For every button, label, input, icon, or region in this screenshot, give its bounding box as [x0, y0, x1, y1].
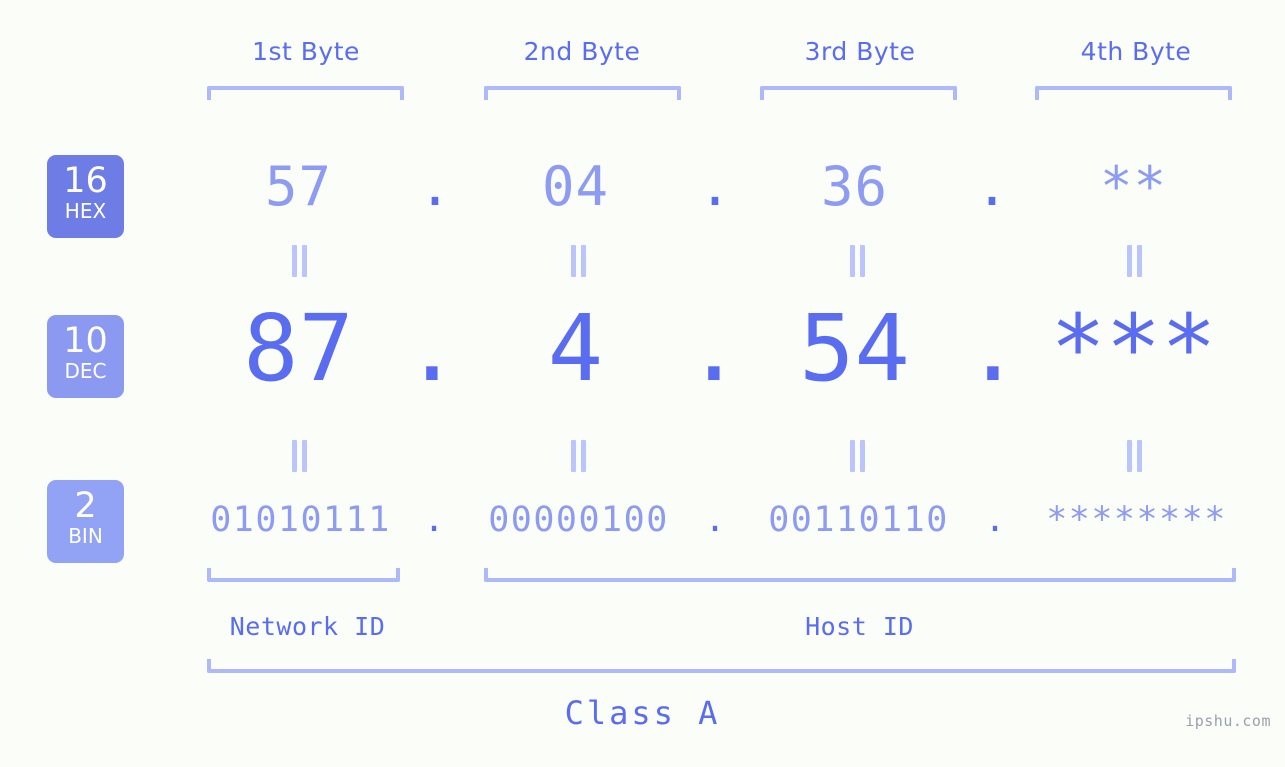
- equals-connector-dec-bin-3: [844, 440, 870, 472]
- site-watermark: ipshu.com: [1185, 712, 1271, 730]
- dec-separator-3: .: [965, 295, 1021, 402]
- radix-badge-dec: 10 DEC: [47, 315, 124, 398]
- host-id-bracket: [484, 568, 1236, 582]
- dec-separator-1: .: [404, 295, 460, 402]
- dec-byte-3-value: 54: [799, 295, 910, 402]
- byte-header-2: 2nd Byte: [523, 37, 641, 66]
- bin-separator-1: .: [423, 500, 445, 540]
- ip-breakdown-canvas: 1st Byte 2nd Byte 3rd Byte 4th Byte 16 H…: [0, 0, 1285, 767]
- equals-connector-hex-dec-2: [565, 245, 591, 277]
- equals-connector-dec-bin-2: [565, 440, 591, 472]
- dec-byte-4-value: ***: [1050, 295, 1217, 402]
- class-bracket: [207, 659, 1236, 673]
- host-id-label: Host ID: [805, 612, 914, 641]
- radix-badge-bin: 2 BIN: [47, 480, 124, 563]
- bin-separator-2: .: [704, 500, 726, 540]
- radix-badge-hex-number: 16: [63, 161, 108, 201]
- byte-bracket-3: [760, 86, 957, 100]
- equals-connector-dec-bin-4: [1121, 440, 1147, 472]
- byte-header-3: 3rd Byte: [804, 37, 916, 66]
- hex-separator-3: .: [975, 155, 1009, 218]
- dec-byte-2-value: 4: [547, 295, 604, 402]
- radix-badge-hex-name: HEX: [64, 199, 107, 223]
- byte-header-1: 1st Byte: [252, 37, 360, 66]
- radix-badge-hex: 16 HEX: [47, 155, 124, 238]
- byte-bracket-2: [484, 86, 681, 100]
- radix-badge-bin-name: BIN: [68, 524, 103, 548]
- equals-connector-dec-bin-1: [286, 440, 312, 472]
- radix-badge-dec-number: 10: [63, 321, 108, 361]
- byte-bracket-1: [207, 86, 404, 100]
- network-id-bracket: [207, 568, 400, 582]
- bin-byte-3-value: 00110110: [768, 500, 949, 540]
- hex-separator-1: .: [418, 155, 452, 218]
- bin-byte-2-value: 00000100: [488, 500, 669, 540]
- hex-byte-1-value: 57: [264, 155, 333, 218]
- bin-separator-3: .: [984, 500, 1006, 540]
- hex-separator-2: .: [698, 155, 732, 218]
- network-id-label: Network ID: [229, 612, 386, 641]
- equals-connector-hex-dec-1: [286, 245, 312, 277]
- dec-separator-2: .: [686, 295, 742, 402]
- hex-byte-3-value: 36: [820, 155, 889, 218]
- dec-byte-1-value: 87: [243, 295, 354, 402]
- class-label: Class A: [564, 694, 721, 732]
- bin-byte-4-value: ********: [1046, 500, 1227, 540]
- byte-bracket-4: [1035, 86, 1232, 100]
- hex-byte-2-value: 04: [541, 155, 610, 218]
- equals-connector-hex-dec-3: [844, 245, 870, 277]
- byte-header-4: 4th Byte: [1080, 37, 1192, 66]
- equals-connector-hex-dec-4: [1121, 245, 1147, 277]
- radix-badge-dec-name: DEC: [64, 359, 107, 383]
- bin-byte-1-value: 01010111: [210, 500, 391, 540]
- hex-byte-4-value: **: [1099, 155, 1168, 218]
- radix-badge-bin-number: 2: [74, 486, 97, 526]
